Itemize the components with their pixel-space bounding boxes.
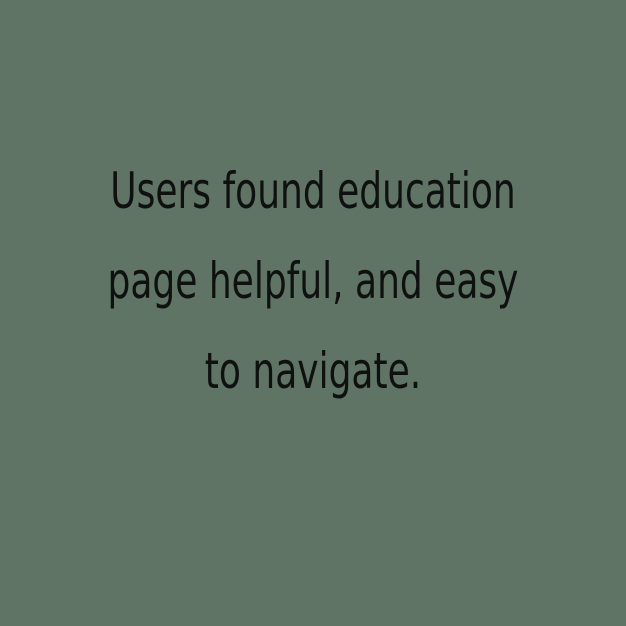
slide-canvas: Users found education page helpful, and … <box>0 0 626 626</box>
statement-line-2: page helpful, and easy <box>107 252 519 310</box>
statement-line-3: to navigate. <box>204 342 422 400</box>
statement-line-1: Users found education <box>110 162 516 220</box>
statement-text: Users found education page helpful, and … <box>88 146 539 416</box>
